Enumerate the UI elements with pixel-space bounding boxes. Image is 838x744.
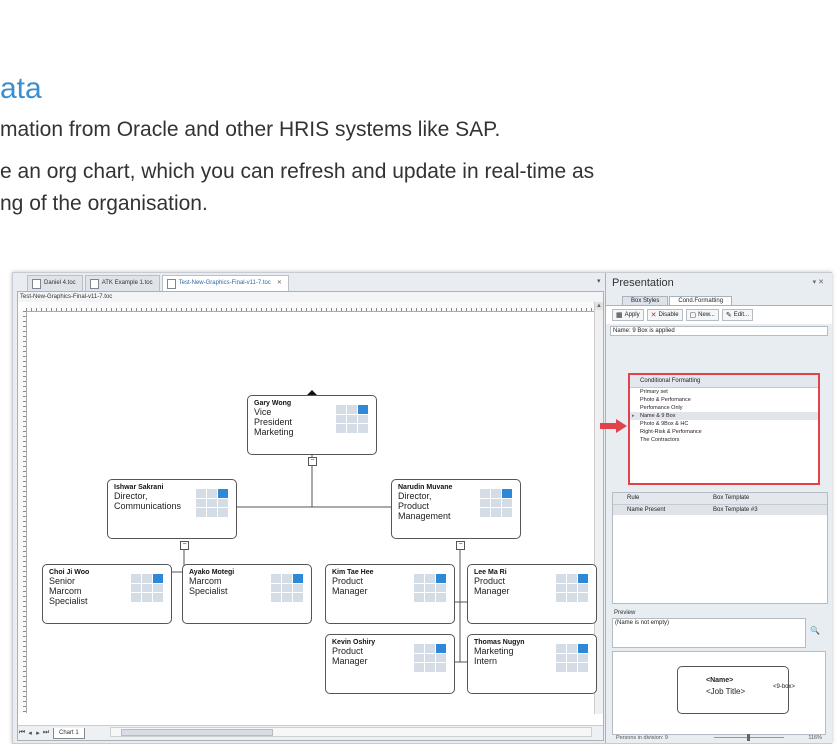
cf-item[interactable]: Perfomance Only <box>630 404 818 412</box>
intro-line-3: ng of the organisation. <box>0 192 208 215</box>
x-icon: ✕ <box>650 312 657 319</box>
doc-tab-test[interactable]: Test-New-Graphics-Final-v11-7.toc ✕ <box>161 275 289 291</box>
document-icon <box>32 278 41 289</box>
horizontal-ruler <box>26 302 596 312</box>
status-text: Persons in division: 9 <box>616 735 668 741</box>
intro-line-1: mation from Oracle and other HRIS system… <box>0 118 501 141</box>
close-icon[interactable]: ✕ <box>277 276 282 291</box>
rule-column-header[interactable]: Rule <box>613 493 713 504</box>
nine-box-icon <box>131 574 163 602</box>
nine-box-icon <box>414 644 446 672</box>
sheet-bar: ⏮ ◂ ▸ ⏭ Chart 1 <box>18 725 603 740</box>
scroll-thumb[interactable] <box>121 729 273 736</box>
doc-tab-atk[interactable]: ATK Example 1.toc <box>84 275 160 291</box>
doc-tab-daniel[interactable]: Daniel 4.toc <box>27 275 83 291</box>
org-card-lee[interactable]: Lee Ma Ri Product Manager <box>467 564 597 624</box>
org-card-ayako[interactable]: Ayako Motegi Marcom Specialist <box>182 564 312 624</box>
org-chart-canvas: Gary Wong Vice President Marketing − Ishwa… <box>27 312 597 712</box>
cf-item[interactable]: Primary set <box>630 388 818 396</box>
org-card-kim[interactable]: Kim Tae Hee Product Manager <box>325 564 455 624</box>
cf-item[interactable]: Photo & Perfomance <box>630 396 818 404</box>
edit-button[interactable]: ✎ Edit... <box>721 309 754 321</box>
intro-line-2: e an org chart, which you can refresh an… <box>0 160 595 183</box>
search-icon[interactable]: 🔍 <box>809 626 821 640</box>
tab-box-styles[interactable]: Box Styles <box>622 296 669 305</box>
next-sheet-icon[interactable]: ▸ <box>34 729 42 737</box>
table-row[interactable]: Name Present Box Template #3 <box>613 505 827 515</box>
disable-button[interactable]: ✕ Disable <box>646 309 683 321</box>
sample-name: <Name> <box>706 677 734 684</box>
section-heading: ata <box>0 72 42 105</box>
cf-item[interactable]: Photo & 9Box & HC <box>630 420 818 428</box>
collapse-toggle[interactable]: − <box>180 541 189 550</box>
nine-box-icon <box>556 644 588 672</box>
nine-box-icon <box>414 574 446 602</box>
preview-label: Preview <box>614 610 636 616</box>
sample-title: <Job Title> <box>706 687 746 696</box>
collapse-toggle[interactable]: − <box>308 457 317 466</box>
tab-cond-formatting[interactable]: Cond.Formatting <box>669 296 733 305</box>
collapse-toggle[interactable]: − <box>456 541 465 550</box>
new-document-icon: ▢ <box>689 312 697 319</box>
org-card-ishwar[interactable]: Ishwar Sakrani Director, Communications <box>107 479 237 539</box>
zoom-slider-thumb[interactable] <box>747 734 750 741</box>
preview-sample: <Name> <Job Title> <9-box> <box>612 651 826 735</box>
template-column-header[interactable]: Box Template <box>713 493 827 504</box>
cf-item[interactable]: The Contractors <box>630 436 818 444</box>
panel-controls-icon[interactable]: ▾ ✕ <box>813 273 824 293</box>
apply-icon: ▦ <box>616 312 623 319</box>
new-button[interactable]: ▢ New... <box>685 309 719 321</box>
pointer-arrow-icon <box>600 419 627 433</box>
condition-field[interactable]: (Name is not empty) <box>612 618 806 648</box>
chevron-down-icon[interactable]: ▾ <box>597 277 601 285</box>
rules-table: Rule Box Template Name Present Box Templat… <box>612 492 828 604</box>
zoom-level: 116% <box>808 735 822 741</box>
edit-icon: ✎ <box>725 312 732 319</box>
cf-item-selected[interactable]: Name & 9 Box <box>630 412 818 420</box>
vertical-ruler <box>18 311 27 713</box>
presentation-panel: Presentation ▾ ✕ Box Styles Cond.Formatti… <box>600 273 832 743</box>
sample-box: <Name> <Job Title> <box>677 666 789 714</box>
org-card-gary[interactable]: Gary Wong Vice President Marketing <box>247 395 377 455</box>
document-window: Test-New-Graphics-Final-v11-7.toc ▲ Gary… <box>17 291 604 741</box>
sheet-tab-chart-1[interactable]: Chart 1 <box>53 727 85 739</box>
document-title: Test-New-Graphics-Final-v11-7.toc <box>18 292 603 302</box>
cf-list-header: Conditional Formatting <box>630 375 818 388</box>
last-sheet-icon[interactable]: ⏭ <box>42 729 50 737</box>
apply-button[interactable]: ▦ Apply <box>612 309 644 321</box>
org-card-thomas[interactable]: Thomas Nugyn Marketing Intern <box>467 634 597 694</box>
nine-box-icon <box>480 489 512 517</box>
nine-box-icon <box>336 405 368 433</box>
cf-item[interactable]: Right-Risk & Perfomance <box>630 428 818 436</box>
app-window: Daniel 4.toc ATK Example 1.toc Test-New-… <box>12 272 832 744</box>
org-card-choi[interactable]: Choi Ji Woo Senior Marcom Specialist <box>42 564 172 624</box>
prev-sheet-icon[interactable]: ◂ <box>26 729 34 737</box>
document-icon <box>166 278 176 289</box>
panel-title: Presentation <box>612 277 674 289</box>
org-card-narudin[interactable]: Narudin Muvane Director, Product Managemen… <box>391 479 521 539</box>
panel-toolbar: ▦ Apply ✕ Disable ▢ New... ✎ Edit... <box>606 305 832 324</box>
horizontal-scrollbar[interactable] <box>110 727 592 737</box>
org-card-kevin[interactable]: Kevin Oshiry Product Manager <box>325 634 455 694</box>
sample-9box: <9-box> <box>773 684 796 690</box>
first-sheet-icon[interactable]: ⏮ <box>18 729 26 737</box>
conditional-formatting-list: Conditional Formatting Primary set Photo… <box>600 373 820 485</box>
document-icon <box>89 278 99 289</box>
scroll-up-icon[interactable]: ▲ <box>595 302 603 310</box>
applied-status: Name: 9 Box is applied <box>610 326 828 336</box>
document-tabs: Daniel 4.toc ATK Example 1.toc Test-New-… <box>13 273 603 291</box>
nine-box-icon <box>556 574 588 602</box>
nine-box-icon <box>196 489 228 517</box>
nine-box-icon <box>271 574 303 602</box>
